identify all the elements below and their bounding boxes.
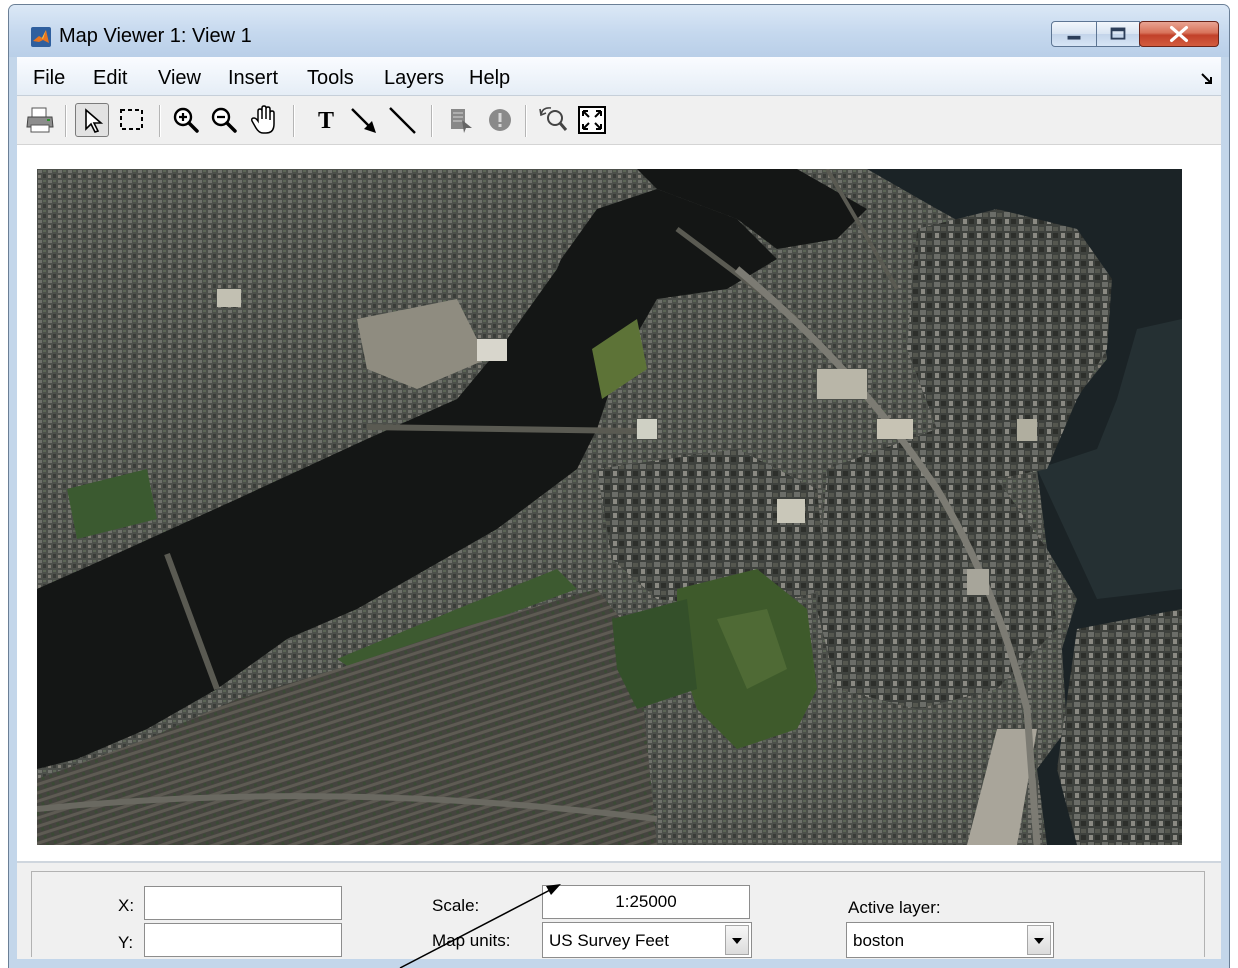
map-viewer-window: Map Viewer 1: View 1 File Edit View Inse… (8, 4, 1230, 968)
zoom-out-icon (211, 107, 237, 133)
chevron-down-icon (732, 938, 742, 944)
close-icon (1170, 25, 1188, 43)
matlab-logo-icon (31, 27, 51, 47)
pan-button[interactable] (247, 103, 281, 137)
fit-to-window-icon (578, 106, 606, 134)
insert-arrow-button[interactable] (347, 103, 381, 137)
select-area-icon (120, 109, 143, 130)
menu-tools[interactable]: Tools (307, 67, 354, 90)
insert-line-button[interactable] (385, 103, 419, 137)
active-layer-label: Active layer: (848, 898, 941, 917)
window-title: Map Viewer 1: View 1 (59, 25, 252, 47)
datatip-button[interactable] (445, 103, 479, 137)
insert-line-icon (389, 107, 416, 134)
x-label: X: (118, 896, 135, 915)
menu-insert[interactable]: Insert (228, 67, 278, 90)
status-panel: X: Y: Scale: Map units: US Survey Feet A… (17, 861, 1221, 959)
aerial-map-image[interactable] (37, 169, 1182, 845)
pan-hand-icon (251, 105, 275, 134)
active-layer-value: boston (853, 931, 905, 950)
datatip-icon (451, 109, 472, 133)
select-area-button[interactable] (115, 103, 149, 137)
scale-label: Scale: (432, 896, 480, 915)
active-layer-dropdown-button[interactable] (1027, 925, 1051, 955)
active-layer-dropdown[interactable]: boston (846, 922, 1054, 958)
boston-orthophoto (37, 169, 1182, 845)
scale-field[interactable] (542, 885, 750, 919)
toolbar: T (17, 96, 1221, 145)
print-button[interactable] (23, 103, 57, 137)
menu-file[interactable]: File (33, 67, 65, 90)
dock-arrow-icon[interactable] (1201, 73, 1213, 85)
map-units-dropdown-button[interactable] (725, 925, 749, 955)
minimize-button[interactable] (1051, 21, 1097, 47)
map-units-value: US Survey Feet (549, 931, 669, 950)
insert-text-button[interactable]: T (309, 103, 343, 137)
select-arrow-icon (85, 108, 104, 133)
x-coordinate-field[interactable] (144, 886, 342, 920)
zoom-in-button[interactable] (169, 103, 203, 137)
menu-help[interactable]: Help (469, 67, 510, 90)
insert-arrow-icon (351, 108, 376, 133)
y-coordinate-field[interactable] (144, 923, 342, 957)
previous-view-button[interactable] (537, 103, 571, 137)
close-button[interactable] (1139, 21, 1219, 47)
map-units-dropdown[interactable]: US Survey Feet (542, 922, 752, 958)
select-button[interactable] (75, 103, 109, 137)
info-icon (489, 109, 511, 131)
svg-text:T: T (318, 108, 334, 134)
prev-view-icon (539, 107, 568, 131)
info-button[interactable] (483, 103, 517, 137)
zoom-in-icon (173, 107, 199, 133)
menu-edit[interactable]: Edit (93, 67, 127, 90)
chevron-down-icon (1034, 938, 1044, 944)
title-bar[interactable]: Map Viewer 1: View 1 (9, 5, 1229, 57)
panel-frame: X: Y: Scale: Map units: US Survey Feet A… (31, 871, 1205, 958)
maximize-button[interactable] (1096, 21, 1140, 47)
fit-to-window-button[interactable] (575, 103, 609, 137)
insert-text-icon: T (318, 108, 334, 134)
print-icon (26, 107, 54, 133)
menu-view[interactable]: View (158, 67, 201, 90)
menu-layers[interactable]: Layers (384, 67, 444, 90)
map-units-label: Map units: (432, 931, 511, 950)
y-label: Y: (118, 933, 134, 952)
menu-bar: File Edit View Insert Tools Layers Help (17, 57, 1221, 96)
map-axes-area (17, 145, 1221, 861)
zoom-out-button[interactable] (207, 103, 241, 137)
